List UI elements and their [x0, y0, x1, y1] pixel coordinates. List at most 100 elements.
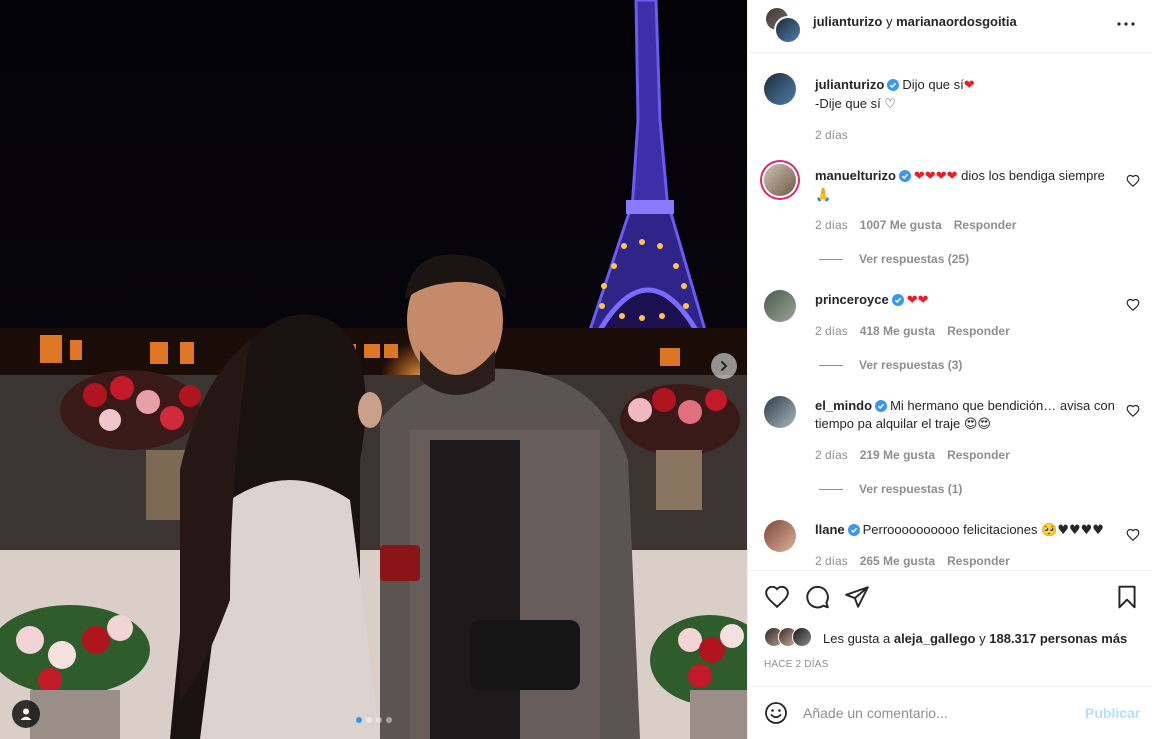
tagged-users-button[interactable] [12, 700, 40, 728]
comment-emoji: 🥺♥♥♥♥ [1041, 523, 1104, 538]
comment-like-heart-icon[interactable] [1126, 174, 1140, 188]
comment-text: llane Perroooooooooo felicitaciones 🥺♥♥♥♥ [815, 521, 1115, 540]
more-options-button[interactable] [1114, 12, 1138, 36]
comment-username[interactable]: princeroyce [815, 292, 889, 307]
comment-likes[interactable]: 1007 Me gusta [860, 218, 942, 232]
comment-like-heart-icon[interactable] [1126, 404, 1140, 418]
post-side-panel: julianturizo y marianaordosgoitia julian… [747, 0, 1152, 739]
divider [819, 365, 843, 367]
reply-button[interactable]: Responder [954, 218, 1017, 232]
avatar[interactable] [764, 290, 796, 322]
likes-middle: y [979, 631, 986, 646]
caption-meta: 2 días [815, 128, 860, 142]
carousel-dot-4 [386, 717, 392, 723]
avatar [792, 627, 812, 647]
verified-badge-icon [891, 294, 904, 306]
comment-like-heart-icon[interactable] [1126, 298, 1140, 312]
view-replies-label: Ver respuestas (3) [859, 358, 963, 372]
publish-button[interactable]: Publicar [1085, 705, 1140, 721]
view-replies-button[interactable]: Ver respuestas (1) [819, 482, 962, 496]
caption-username[interactable]: julianturizo [815, 77, 884, 92]
post-actions: Les gusta a aleja_gallego y 188.317 pers… [748, 570, 1152, 687]
comment-body: Perroooooooooo felicitaciones [862, 522, 1038, 537]
comments-list[interactable]: julianturizo Dijo que sí❤ -Dije que sí ♡ … [748, 53, 1152, 569]
next-photo-button[interactable] [711, 353, 737, 379]
comment-input[interactable] [803, 703, 1063, 723]
comment-time[interactable]: 2 días [815, 218, 848, 232]
comment-meta: 2 días 265 Me gusta Responder [815, 554, 1022, 568]
reply-button[interactable]: Responder [947, 554, 1010, 568]
carousel-indicator [356, 717, 392, 723]
paper-plane-icon[interactable] [844, 584, 870, 610]
avatar[interactable] [764, 73, 796, 105]
reply-button[interactable]: Responder [947, 448, 1010, 462]
post-timestamp[interactable]: HACE 2 DÍAS [764, 659, 828, 670]
caption-line1: Dijo que sí [902, 77, 964, 92]
comment-text: manuelturizo ❤❤❤❤ dios los bendiga siempr… [815, 167, 1115, 205]
comment-like-heart-icon[interactable] [1126, 528, 1140, 542]
post-photo[interactable] [0, 0, 747, 739]
comment-text: el_mindo Mi hermano que bendición… avisa … [815, 397, 1115, 434]
comment-likes[interactable]: 219 Me gusta [860, 448, 935, 462]
collaborator-username[interactable]: marianaordosgoitia [896, 14, 1017, 29]
comment-meta: 2 días 418 Me gusta Responder [815, 324, 1022, 338]
comment-time[interactable]: 2 días [815, 324, 848, 338]
caption-text: julianturizo Dijo que sí❤ -Dije que sí ♡ [815, 76, 1115, 114]
comment-likes[interactable]: 265 Me gusta [860, 554, 935, 568]
carousel-dot-2 [366, 717, 372, 723]
comment-pray-emoji: 🙏 [815, 188, 832, 203]
caption-heart-outline-emoji: ♡ [884, 97, 897, 112]
caption-line2: -Dije que sí [815, 96, 881, 111]
user-tag-icon [20, 708, 32, 720]
smiley-icon[interactable] [764, 701, 788, 725]
likes-count[interactable]: 188.317 personas más [989, 631, 1127, 646]
comment-likes[interactable]: 418 Me gusta [860, 324, 935, 338]
comment-time[interactable]: 2 días [815, 554, 848, 568]
view-replies-button[interactable]: Ver respuestas (25) [819, 252, 969, 266]
verified-badge-icon [898, 170, 911, 182]
comment-hearts-emoji: ❤❤❤❤ [913, 169, 958, 184]
comment-text: princeroyce ❤❤ [815, 291, 1115, 310]
comment-icon[interactable] [804, 584, 830, 610]
avatar[interactable] [764, 396, 796, 428]
divider [819, 489, 843, 491]
comment-body: dios los bendiga siempre [961, 168, 1105, 183]
comment-heart-eyes-emoji: 😍😍 [963, 417, 991, 432]
comment-meta: 2 días 219 Me gusta Responder [815, 448, 1022, 462]
verified-badge-icon [875, 400, 888, 412]
reply-button[interactable]: Responder [947, 324, 1010, 338]
likes-user[interactable]: aleja_gallego [894, 631, 976, 646]
more-horizontal-icon [1117, 22, 1135, 26]
view-replies-label: Ver respuestas (1) [859, 482, 963, 496]
comment-hearts-emoji: ❤❤ [906, 293, 929, 308]
comment-time[interactable]: 2 días [815, 448, 848, 462]
carousel-dot-1 [356, 717, 362, 723]
post-header: julianturizo y marianaordosgoitia [748, 0, 1152, 53]
avatar[interactable] [764, 164, 796, 196]
verified-badge-icon [847, 524, 860, 536]
avatar[interactable] [764, 520, 796, 552]
author-conjunction: y [885, 14, 893, 29]
divider [819, 259, 843, 261]
carousel-dot-3 [376, 717, 382, 723]
caption-time[interactable]: 2 días [815, 128, 848, 142]
likes-prefix: Les gusta a [823, 631, 891, 646]
chevron-right-icon [721, 361, 728, 371]
heart-icon[interactable] [764, 584, 790, 610]
view-replies-label: Ver respuestas (25) [859, 252, 970, 266]
author-username[interactable]: julianturizo [813, 14, 882, 29]
photo-scene [0, 0, 747, 739]
likes-summary: Les gusta a aleja_gallego y 188.317 pers… [823, 631, 1127, 646]
caption-heart-emoji: ❤ [963, 78, 975, 93]
view-replies-button[interactable]: Ver respuestas (3) [819, 358, 962, 372]
avatar [774, 16, 802, 44]
comment-username[interactable]: el_mindo [815, 398, 872, 413]
post-authors: julianturizo y marianaordosgoitia [813, 14, 1017, 30]
comment-meta: 2 días 1007 Me gusta Responder [815, 218, 1028, 232]
comment-username[interactable]: llane [815, 522, 845, 537]
bookmark-icon[interactable] [1114, 584, 1140, 610]
collab-avatars[interactable] [764, 6, 802, 44]
verified-badge-icon [887, 79, 900, 91]
add-comment-bar: Publicar [748, 686, 1152, 739]
comment-username[interactable]: manuelturizo [815, 168, 896, 183]
